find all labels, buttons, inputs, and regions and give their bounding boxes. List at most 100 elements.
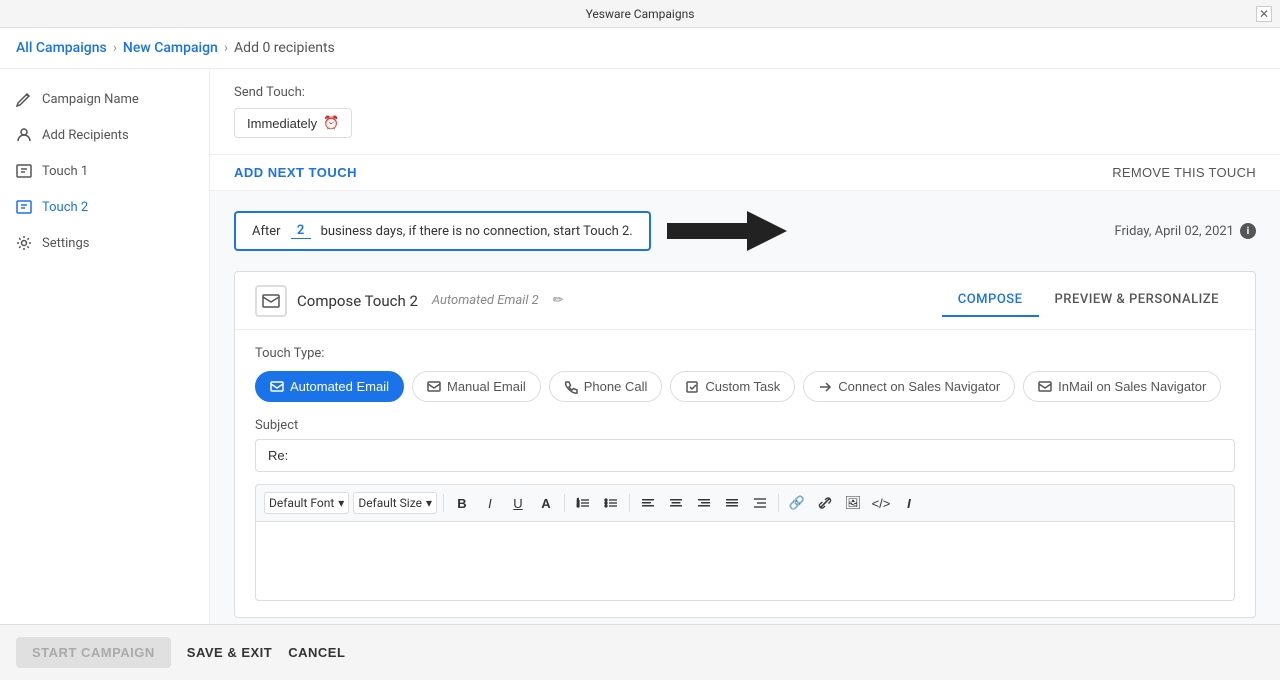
manual-email-label-btn: Manual Email (447, 379, 526, 394)
breadcrumb-current: Add 0 recipients (234, 40, 335, 56)
touch-2-icon (16, 199, 32, 215)
link-button[interactable]: 🔗 (785, 491, 809, 515)
main-layout: Campaign Name Add Recipients Touch 1 (0, 69, 1280, 624)
touch-type-automated-email[interactable]: Automated Email (255, 371, 404, 402)
toolbar-separator-1 (443, 494, 444, 512)
remove-touch-button[interactable]: REMOVE THIS TOUCH (1112, 165, 1256, 180)
bold-button[interactable]: B (450, 491, 474, 515)
sidebar-label-touch-1: Touch 1 (42, 164, 88, 179)
immediately-button[interactable]: Immediately ⏰ (234, 108, 352, 138)
info-icon[interactable]: i (1240, 223, 1256, 239)
svg-text:3: 3 (577, 503, 580, 508)
delay-text-after: business days, if there is no connection… (321, 224, 633, 239)
sidebar-label-touch-2: Touch 2 (42, 200, 88, 215)
compose-title: Compose Touch 2 (297, 292, 418, 310)
add-next-touch-bar: ADD NEXT TOUCH REMOVE THIS TOUCH (210, 154, 1280, 190)
toolbar-separator-2 (564, 494, 565, 512)
ordered-list-button[interactable]: 1 2 3 (571, 491, 595, 515)
touch-1-content: Send Touch: Immediately ⏰ (210, 69, 1280, 154)
automated-email-label: Automated Email 2 (432, 293, 539, 308)
email-icon (255, 285, 287, 317)
editor-body[interactable] (255, 521, 1235, 601)
close-button[interactable]: ✕ (1256, 6, 1272, 22)
sidebar-item-touch-2[interactable]: Touch 2 (0, 189, 209, 225)
unordered-list-button[interactable] (599, 491, 623, 515)
touch-type-phone-call[interactable]: Phone Call (549, 371, 663, 402)
unlink-button[interactable] (813, 491, 837, 515)
automated-email-label-btn: Automated Email (290, 379, 389, 394)
touch-type-buttons: Automated Email Manual Email (255, 371, 1235, 402)
format-clear-button[interactable]: I (897, 491, 921, 515)
delay-box[interactable]: After 2 business days, if there is no co… (234, 211, 651, 251)
person-icon (16, 127, 32, 143)
send-touch-label: Send Touch: (234, 85, 1256, 100)
sidebar-item-add-recipients[interactable]: Add Recipients (0, 117, 209, 153)
touch-2-section: After 2 business days, if there is no co… (210, 191, 1280, 624)
touch-type-label: Touch Type: (255, 346, 1235, 361)
tab-preview[interactable]: PREVIEW & PERSONALIZE (1039, 284, 1235, 317)
custom-task-label-btn: Custom Task (705, 379, 780, 394)
touch-type-inmail-sales-nav[interactable]: InMail on Sales Navigator (1023, 371, 1221, 402)
inmail-sales-nav-label-btn: InMail on Sales Navigator (1058, 379, 1206, 394)
connect-sales-nav-label-btn: Connect on Sales Navigator (838, 379, 1000, 394)
sidebar-item-campaign-name[interactable]: Campaign Name (0, 81, 209, 117)
compose-card-title: Compose Touch 2 Automated Email 2 ✏ (255, 285, 564, 317)
touch-1-section: Send Touch: Immediately ⏰ ADD NEXT TOUCH… (210, 69, 1280, 191)
text-color-button[interactable]: A (534, 491, 558, 515)
subject-input[interactable] (255, 439, 1235, 472)
cancel-button[interactable]: CANCEL (288, 645, 345, 660)
editor-toolbar: Default Font▾ Default Size▾ B I U A (255, 484, 1235, 521)
date-info: Friday, April 02, 2021 i (1114, 223, 1256, 239)
align-justify-button[interactable] (720, 491, 744, 515)
tab-compose[interactable]: COMPOSE (942, 284, 1039, 317)
underline-button[interactable]: U (506, 491, 530, 515)
touch-type-manual-email[interactable]: Manual Email (412, 371, 541, 402)
delay-row: After 2 business days, if there is no co… (234, 207, 1256, 255)
sidebar: Campaign Name Add Recipients Touch 1 (0, 69, 210, 624)
save-exit-button[interactable]: SAVE & EXIT (187, 645, 272, 660)
sidebar-item-settings[interactable]: Settings (0, 225, 209, 261)
breadcrumb-all-campaigns[interactable]: All Campaigns (16, 40, 107, 56)
title-bar: Yesware Campaigns ✕ (0, 0, 1280, 28)
clock-icon: ⏰ (323, 115, 339, 131)
breadcrumb-sep-1: › (113, 40, 117, 56)
toolbar-separator-3 (629, 494, 630, 512)
start-campaign-button[interactable]: START CAMPAIGN (16, 637, 171, 668)
compose-card-body: Touch Type: Automated Email (235, 330, 1255, 617)
sidebar-label-add-recipients: Add Recipients (42, 128, 129, 143)
delay-days[interactable]: 2 (291, 223, 311, 239)
compose-tabs: COMPOSE PREVIEW & PERSONALIZE (942, 284, 1235, 317)
subject-label: Subject (255, 418, 1235, 433)
breadcrumb: All Campaigns › New Campaign › Add 0 rec… (0, 28, 1280, 69)
code-button[interactable]: </> (869, 491, 893, 515)
touch-type-connect-sales-nav[interactable]: Connect on Sales Navigator (803, 371, 1015, 402)
font-family-dropdown[interactable]: Default Font▾ (264, 492, 349, 514)
align-center-button[interactable] (664, 491, 688, 515)
align-right-button[interactable] (692, 491, 716, 515)
sidebar-item-touch-1[interactable]: Touch 1 (0, 153, 209, 189)
sidebar-label-campaign-name: Campaign Name (42, 92, 139, 107)
font-size-dropdown[interactable]: Default Size▾ (353, 492, 437, 514)
arrow-icon (667, 207, 787, 255)
touch-type-custom-task[interactable]: Custom Task (670, 371, 795, 402)
bottom-bar: START CAMPAIGN SAVE & EXIT CANCEL (0, 624, 1280, 680)
indent-button[interactable] (748, 491, 772, 515)
gear-icon (16, 235, 32, 251)
align-left-button[interactable] (636, 491, 660, 515)
edit-icon (16, 91, 32, 107)
date-label: Friday, April 02, 2021 (1114, 224, 1234, 239)
editor-wrapper: Default Font▾ Default Size▾ B I U A (255, 484, 1235, 601)
image-button[interactable]: 🖼 (841, 491, 865, 515)
italic-button[interactable]: I (478, 491, 502, 515)
phone-call-label-btn: Phone Call (584, 379, 648, 394)
add-next-touch-button[interactable]: ADD NEXT TOUCH (234, 165, 357, 180)
toolbar-separator-4 (778, 494, 779, 512)
delay-text-before: After (252, 224, 281, 239)
touch-1-icon (16, 163, 32, 179)
compose-card-header: Compose Touch 2 Automated Email 2 ✏ COMP… (235, 272, 1255, 330)
content-area: Send Touch: Immediately ⏰ ADD NEXT TOUCH… (210, 69, 1280, 624)
sidebar-label-settings: Settings (42, 236, 89, 251)
breadcrumb-new-campaign[interactable]: New Campaign (123, 40, 218, 56)
pencil-icon[interactable]: ✏ (553, 293, 564, 308)
immediately-label: Immediately (247, 116, 317, 131)
